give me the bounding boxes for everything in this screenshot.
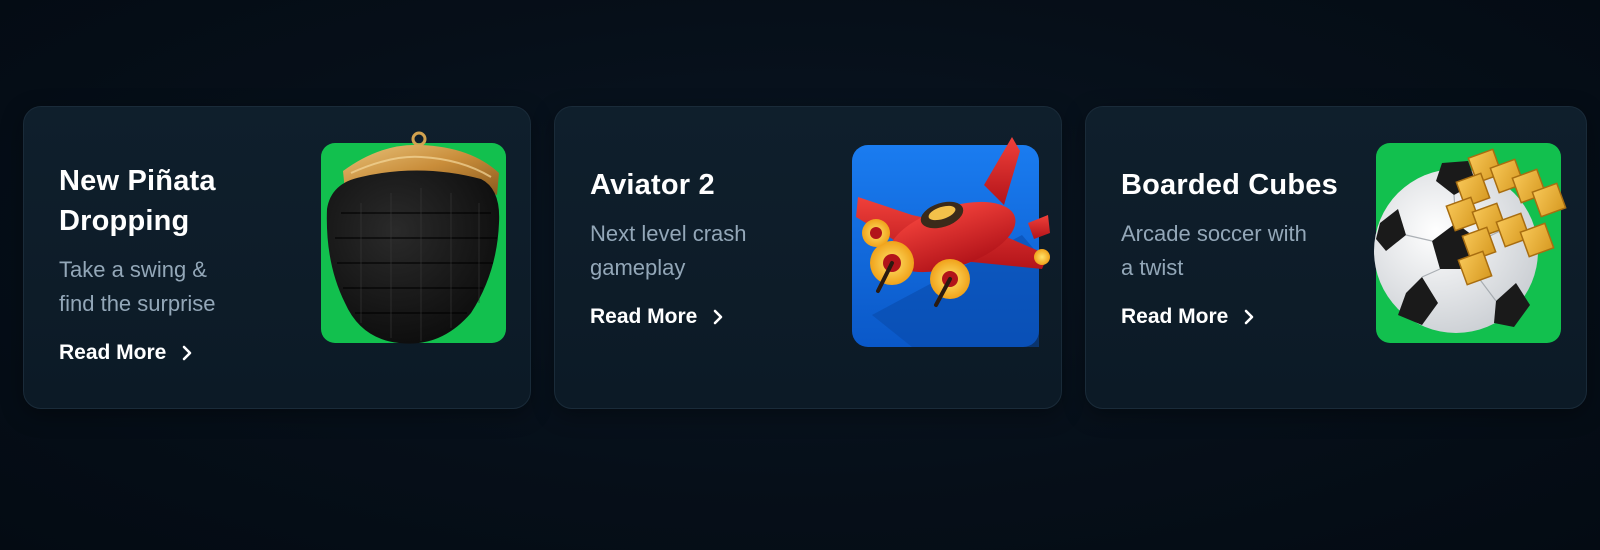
card-text: Aviator 2 Next level crash gameplay Read…	[590, 165, 840, 329]
promo-cards-section: New Piñata Dropping Take a swing & find …	[0, 0, 1600, 550]
card-title-line: Aviator 2	[590, 169, 715, 201]
chevron-right-icon	[183, 345, 192, 361]
card-title: New Piñata Dropping	[59, 161, 309, 241]
card-description-line: Arcade soccer with	[1121, 221, 1307, 246]
read-more-link[interactable]: Read More	[59, 341, 194, 365]
card-title: Aviator 2	[590, 165, 840, 205]
chevron-right-icon	[714, 309, 723, 325]
game-thumbnail[interactable]	[852, 137, 1050, 347]
card-description-line: find the surprise	[59, 291, 216, 316]
game-thumbnail[interactable]	[321, 131, 506, 344]
card-title-line: New Piñata	[59, 165, 216, 197]
card-description-line: Next level crash	[590, 221, 747, 246]
card-description-line: Take a swing &	[59, 257, 207, 282]
card-title: Boarded Cubes	[1121, 165, 1371, 205]
card-description-line: gameplay	[590, 255, 686, 280]
read-more-link[interactable]: Read More	[590, 305, 725, 329]
airplane-icon	[852, 137, 1050, 347]
card-text: Boarded Cubes Arcade soccer with a twist…	[1121, 165, 1371, 329]
read-more-label: Read More	[590, 305, 698, 328]
promo-card-pinata[interactable]: New Piñata Dropping Take a swing & find …	[23, 106, 531, 409]
game-thumbnail[interactable]	[1374, 143, 1567, 343]
read-more-label: Read More	[1121, 305, 1229, 328]
card-description: Arcade soccer with a twist	[1121, 217, 1371, 285]
pinata-icon	[321, 131, 506, 344]
card-description: Take a swing & find the surprise	[59, 253, 309, 321]
card-description: Next level crash gameplay	[590, 217, 840, 285]
promo-card-boarded-cubes[interactable]: Boarded Cubes Arcade soccer with a twist…	[1085, 106, 1587, 409]
read-more-link[interactable]: Read More	[1121, 305, 1256, 329]
promo-card-aviator[interactable]: Aviator 2 Next level crash gameplay Read…	[554, 106, 1062, 409]
read-more-label: Read More	[59, 341, 167, 364]
card-text: New Piñata Dropping Take a swing & find …	[59, 161, 309, 365]
chevron-right-icon	[1245, 309, 1254, 325]
soccer-ball-icon	[1374, 143, 1567, 343]
card-title-line: Dropping	[59, 205, 190, 237]
card-description-line: a twist	[1121, 255, 1184, 280]
card-title-line: Boarded Cubes	[1121, 169, 1338, 201]
